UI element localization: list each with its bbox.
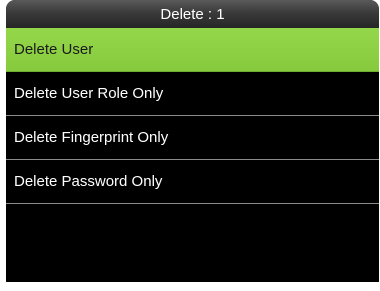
menu-item-delete-password-only[interactable]: Delete Password Only	[6, 160, 379, 204]
menu-item-label: Delete Password Only	[14, 173, 163, 190]
menu-item-label: Delete User Role Only	[14, 85, 164, 102]
menu-item-delete-user-role-only[interactable]: Delete User Role Only	[6, 72, 379, 116]
delete-options-menu: Delete User Delete User Role Only Delete…	[6, 28, 379, 204]
title-bar: Delete : 1	[6, 0, 379, 28]
menu-item-delete-fingerprint-only[interactable]: Delete Fingerprint Only	[6, 116, 379, 160]
menu-item-label: Delete Fingerprint Only	[14, 129, 169, 146]
page-title: Delete : 1	[160, 6, 225, 23]
menu-item-delete-user[interactable]: Delete User	[6, 28, 379, 72]
menu-item-label: Delete User	[14, 41, 94, 58]
device-screen: Delete : 1 Delete User Delete User Role …	[6, 0, 379, 282]
